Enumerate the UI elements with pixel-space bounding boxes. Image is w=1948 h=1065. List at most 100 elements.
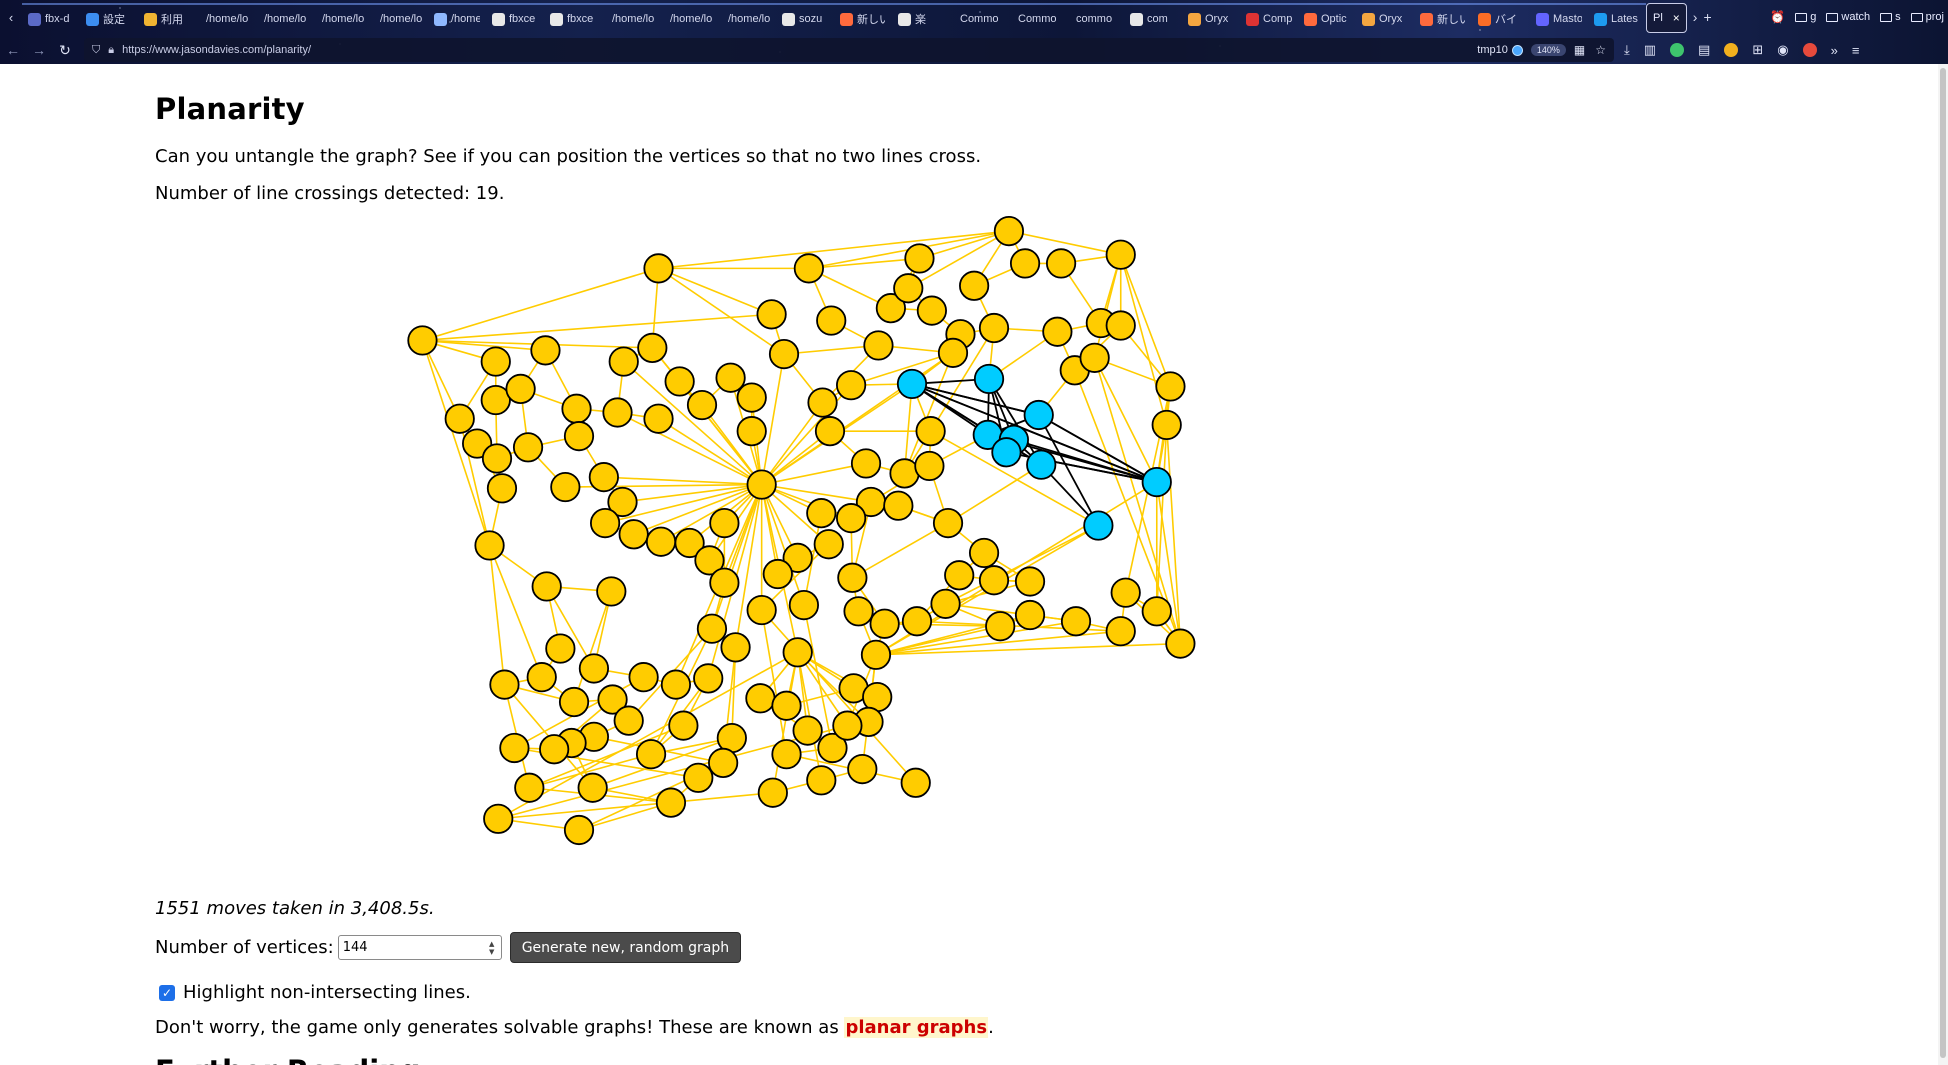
tab-3[interactable]: /home/lo — [196, 3, 254, 33]
graph-vertex[interactable] — [602, 397, 633, 428]
tab-13[interactable]: sozu — [776, 3, 834, 33]
graph-vertex[interactable] — [836, 370, 867, 401]
graph-vertex[interactable] — [1105, 310, 1136, 341]
graph-vertex[interactable] — [1105, 616, 1136, 647]
graph-vertex[interactable] — [806, 765, 837, 796]
tab-6[interactable]: /home/lo — [370, 3, 428, 33]
selected-vertex[interactable] — [991, 437, 1022, 468]
graph-vertex[interactable] — [978, 565, 1010, 596]
graph-vertex[interactable] — [1155, 371, 1186, 402]
graph-vertex[interactable] — [686, 389, 718, 421]
tab-16[interactable]: Commo — [950, 3, 1008, 33]
alarm-icon[interactable]: ⏰ — [1770, 10, 1785, 24]
graph-vertex[interactable] — [985, 611, 1016, 642]
tab-8[interactable]: fbxce — [486, 3, 544, 33]
graph-vertex[interactable] — [782, 637, 813, 668]
grid-icon[interactable]: ⊞ — [1752, 42, 1763, 58]
graph-vertex[interactable] — [720, 632, 751, 663]
graph-vertex[interactable] — [608, 346, 639, 377]
new-tab-button[interactable]: + — [1703, 9, 1711, 25]
graph-vertex[interactable] — [768, 339, 800, 370]
graph-vertex[interactable] — [756, 299, 787, 330]
tab-19[interactable]: com — [1124, 3, 1182, 33]
tab-7[interactable]: /home/lo — [428, 3, 486, 33]
graph-vertex[interactable] — [589, 507, 621, 539]
graph-vertex[interactable] — [1060, 606, 1092, 637]
graph-vertex[interactable] — [860, 639, 892, 670]
tab-planarity-active[interactable]: Pl × — [1646, 3, 1687, 33]
url-bar[interactable]: ⛉ 🔒︎ https://www.jasondavies.com/planari… — [84, 38, 1614, 62]
graph-vertex[interactable] — [628, 662, 659, 693]
graph-vertex[interactable] — [736, 416, 767, 447]
account-icon[interactable]: ◉ — [1777, 42, 1788, 58]
graph-vertex[interactable] — [709, 507, 740, 539]
graph-vertex[interactable] — [788, 589, 819, 621]
bookmark-folder-s[interactable]: s — [1880, 11, 1901, 23]
graph-vertex[interactable] — [806, 498, 837, 529]
graph-vertex[interactable] — [1165, 628, 1196, 659]
graph-vertex[interactable] — [893, 273, 924, 304]
tab-14[interactable]: 新しい — [834, 3, 892, 33]
graph-vertex[interactable] — [578, 653, 610, 684]
graph-vertex[interactable] — [746, 594, 777, 626]
selected-vertex[interactable] — [1026, 449, 1057, 480]
graph-vertex[interactable] — [563, 814, 595, 846]
graph-vertex[interactable] — [916, 295, 947, 326]
graph-vertex[interactable] — [968, 537, 1000, 569]
bookmark-folder-g[interactable]: g — [1795, 11, 1816, 23]
graph-vertex[interactable] — [696, 613, 728, 644]
graph-vertex[interactable] — [668, 710, 699, 741]
extension-icon[interactable] — [1724, 43, 1739, 57]
graph-vertex[interactable] — [757, 777, 788, 808]
extension-icon[interactable] — [1802, 43, 1817, 57]
graph-vertex[interactable] — [930, 588, 961, 619]
zoom-level[interactable]: 140% — [1530, 44, 1566, 56]
reload-icon[interactable]: ↻ — [52, 42, 78, 59]
graph-vertex[interactable] — [530, 335, 561, 366]
tab-15[interactable]: 楽 — [892, 3, 950, 33]
graph-vertex[interactable] — [900, 767, 931, 798]
lock-icon[interactable]: 🔒︎ — [108, 44, 114, 57]
bookmark-folder-watch[interactable]: watch — [1826, 11, 1870, 23]
graph-vertex[interactable] — [837, 562, 868, 593]
graph-vertex[interactable] — [474, 530, 505, 561]
graph-vertex[interactable] — [486, 473, 518, 504]
scrollbar-thumb[interactable] — [1940, 68, 1946, 1058]
graph-vertex[interactable] — [1105, 239, 1136, 270]
graph-vertex[interactable] — [481, 443, 513, 474]
close-tab-icon[interactable]: × — [1673, 11, 1680, 25]
graph-vertex[interactable] — [643, 403, 674, 434]
tab-22[interactable]: Optic — [1298, 3, 1356, 33]
graph-vertex[interactable] — [793, 253, 824, 284]
graph-vertex[interactable] — [531, 571, 562, 602]
graph-vertex[interactable] — [816, 305, 847, 336]
graph-vertex[interactable] — [618, 519, 649, 550]
tab-4[interactable]: /home/lo — [254, 3, 312, 33]
graph-vertex[interactable] — [792, 715, 823, 746]
selected-vertex[interactable] — [973, 363, 1005, 395]
graph-vertex[interactable] — [637, 332, 668, 363]
graph-vertex[interactable] — [550, 471, 581, 503]
tab-25[interactable]: バイ — [1472, 3, 1530, 33]
graph-vertex[interactable] — [635, 739, 667, 770]
graph-vertex[interactable] — [937, 337, 969, 368]
tab-scroll-right-icon[interactable]: › — [1693, 9, 1698, 25]
tab-2[interactable]: 利用 — [138, 3, 196, 33]
graph-vertex[interactable] — [1014, 599, 1046, 631]
library-icon[interactable]: ▥ — [1644, 42, 1656, 58]
shield-icon[interactable]: ⛉ — [92, 44, 100, 57]
tab-11[interactable]: /home/lo — [660, 3, 718, 33]
graph-vertex[interactable] — [708, 747, 739, 778]
graph-vertex[interactable] — [645, 526, 677, 557]
reader-icon[interactable]: ▤ — [1698, 42, 1710, 58]
tab-12[interactable]: /home/lo — [718, 3, 776, 33]
graph-vertex[interactable] — [655, 787, 687, 818]
extension-icon[interactable] — [1670, 43, 1685, 57]
hamburger-menu-icon[interactable]: ≡ — [1852, 43, 1860, 58]
graph-vertex[interactable] — [978, 312, 1010, 344]
graph-vertex[interactable] — [944, 560, 975, 591]
overflow-menu-icon[interactable]: » — [1831, 43, 1838, 58]
tab-9[interactable]: fbxce — [544, 3, 602, 33]
graph-vertex[interactable] — [1009, 248, 1041, 279]
container-badge[interactable]: tmp10 — [1477, 44, 1523, 56]
